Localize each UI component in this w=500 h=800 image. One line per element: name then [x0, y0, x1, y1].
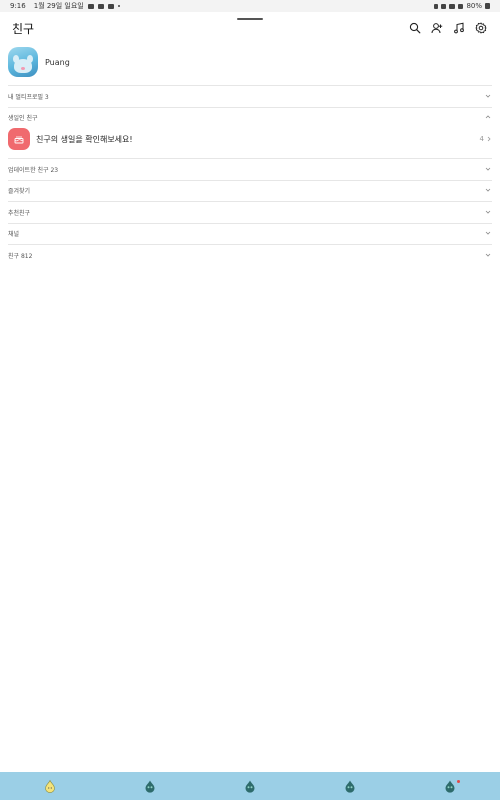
- section-friends[interactable]: 친구 812: [8, 250, 492, 260]
- new-badge-dot: [457, 780, 460, 783]
- section-channel[interactable]: 채널: [8, 228, 492, 238]
- status-date: 1월 29일 일요일: [33, 2, 84, 10]
- chevron-up-icon: [484, 113, 492, 121]
- profile-name: Puang: [45, 57, 70, 67]
- gallery-notification-icon: [87, 3, 94, 9]
- divider: [8, 244, 492, 245]
- more-notifications-dot-icon: [117, 5, 120, 7]
- birthday-count: 4: [480, 135, 492, 143]
- header-actions: [408, 21, 488, 35]
- my-profile[interactable]: Puang: [8, 46, 70, 78]
- section-label: 업데이트한 친구 23: [8, 166, 59, 174]
- shopping-tab-icon: [345, 780, 355, 793]
- section-label: 친구 812: [8, 252, 33, 260]
- music-icon[interactable]: [452, 21, 466, 35]
- status-left: 9:16 1월 29일 일요일: [10, 1, 120, 11]
- section-favorites[interactable]: 즐겨찾기: [8, 185, 492, 195]
- openchat-tab-icon: [245, 780, 255, 793]
- bluetooth-icon: [434, 3, 439, 9]
- section-label: 내 멀티프로필 3: [8, 93, 49, 101]
- chevron-down-icon: [484, 229, 492, 237]
- nav-item-more[interactable]: [400, 772, 500, 800]
- chevron-down-icon: [484, 165, 492, 173]
- avatar: [8, 47, 38, 77]
- divider: [8, 107, 492, 108]
- messenger-notification-icon: [97, 3, 104, 9]
- nav-item-openchat[interactable]: [200, 772, 300, 800]
- divider: [8, 85, 492, 86]
- wifi-icon: [449, 3, 456, 9]
- chat-tab-icon: [145, 780, 155, 793]
- chevron-down-icon: [484, 208, 492, 216]
- battery-icon: [485, 3, 490, 9]
- section-label: 채널: [8, 230, 20, 238]
- birthday-count-value: 4: [479, 135, 484, 143]
- divider: [8, 201, 492, 202]
- divider: [8, 158, 492, 159]
- chevron-down-icon: [484, 186, 492, 194]
- header: 친구: [0, 16, 500, 40]
- section-updated-friends[interactable]: 업데이트한 친구 23: [8, 164, 492, 174]
- cloud-notification-icon: [107, 3, 114, 9]
- add-friend-icon[interactable]: [430, 21, 444, 35]
- divider: [8, 223, 492, 224]
- nav-item-chats[interactable]: [100, 772, 200, 800]
- signal-icon: [458, 3, 464, 9]
- mute-icon: [441, 3, 447, 9]
- status-time: 9:16: [10, 2, 26, 10]
- divider: [8, 180, 492, 181]
- birthday-prompt: 친구의 생일을 확인해보세요!: [36, 134, 133, 144]
- chevron-down-icon: [484, 92, 492, 100]
- section-multi-profile[interactable]: 내 멀티프로필 3: [8, 91, 492, 101]
- section-birthday[interactable]: 생일인 친구: [8, 112, 492, 122]
- nav-item-friends[interactable]: [0, 772, 100, 800]
- search-icon[interactable]: [408, 21, 422, 35]
- section-label: 즐겨찾기: [8, 187, 31, 195]
- section-label: 생일인 친구: [8, 114, 38, 122]
- friends-tab-icon: [45, 779, 55, 793]
- section-label: 추천친구: [8, 209, 31, 217]
- status-bar: 9:16 1월 29일 일요일 80%: [0, 0, 500, 12]
- more-tab-icon: [445, 780, 455, 793]
- birthday-card[interactable]: 친구의 생일을 확인해보세요! 4: [8, 128, 492, 150]
- chevron-right-icon: [487, 136, 491, 142]
- chevron-down-icon: [484, 251, 492, 259]
- battery-percent: 80%: [466, 2, 482, 10]
- birthday-cake-icon: [8, 128, 30, 150]
- settings-gear-icon[interactable]: [474, 21, 488, 35]
- section-recommended[interactable]: 추천친구: [8, 207, 492, 217]
- page-title: 친구: [12, 21, 35, 36]
- status-right: 80%: [434, 2, 490, 10]
- nav-item-shopping[interactable]: [300, 772, 400, 800]
- bottom-nav: [0, 772, 500, 800]
